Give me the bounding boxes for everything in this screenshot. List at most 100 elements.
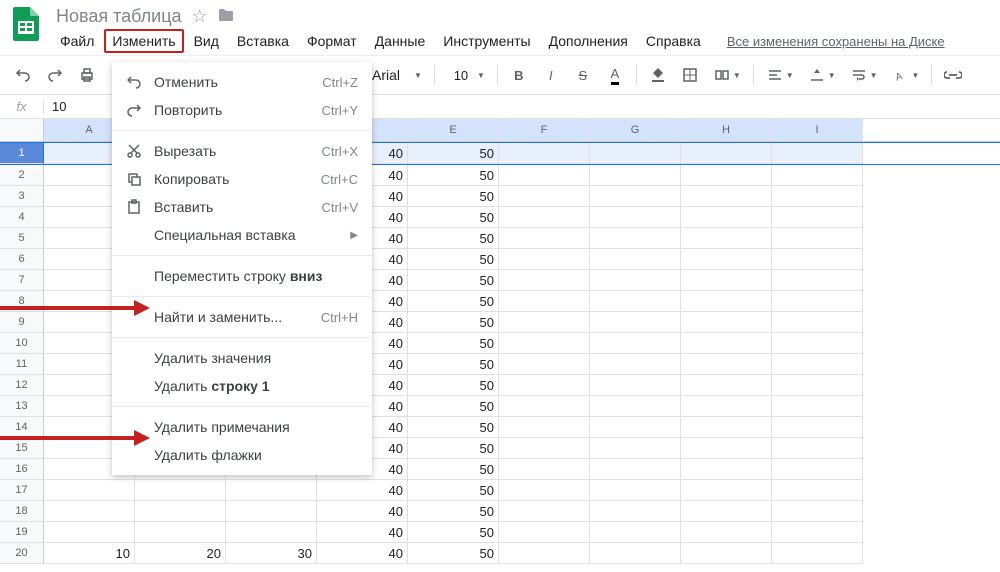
- cell[interactable]: [135, 480, 226, 501]
- cell[interactable]: [772, 438, 863, 459]
- cell[interactable]: [499, 291, 590, 312]
- document-title[interactable]: Новая таблица: [56, 6, 182, 27]
- col-header-f[interactable]: F: [499, 119, 590, 141]
- cell[interactable]: [681, 165, 772, 186]
- cell[interactable]: [499, 270, 590, 291]
- table-row[interactable]: 174050: [0, 480, 1000, 501]
- menu-help[interactable]: Справка: [638, 29, 709, 53]
- cell[interactable]: [499, 207, 590, 228]
- cell[interactable]: [590, 375, 681, 396]
- cell[interactable]: 50: [408, 312, 499, 333]
- row-header[interactable]: 7: [0, 270, 44, 291]
- cell[interactable]: [681, 270, 772, 291]
- cell[interactable]: [681, 543, 772, 564]
- cell[interactable]: [681, 186, 772, 207]
- cell[interactable]: [681, 207, 772, 228]
- cell[interactable]: [681, 249, 772, 270]
- cell[interactable]: [499, 143, 590, 164]
- cell[interactable]: [772, 207, 863, 228]
- row-header[interactable]: 6: [0, 249, 44, 270]
- cell[interactable]: [590, 291, 681, 312]
- cell[interactable]: 50: [408, 522, 499, 543]
- cell[interactable]: [499, 228, 590, 249]
- italic-button[interactable]: I: [536, 60, 566, 90]
- row-header[interactable]: 20: [0, 543, 44, 564]
- cell[interactable]: [135, 522, 226, 543]
- row-header[interactable]: 2: [0, 165, 44, 186]
- menu-delete-values[interactable]: Удалить значения: [112, 344, 372, 372]
- cell[interactable]: 30: [226, 543, 317, 564]
- cell[interactable]: [590, 249, 681, 270]
- cell[interactable]: [590, 165, 681, 186]
- formula-input[interactable]: 10: [44, 99, 66, 114]
- cell[interactable]: [590, 312, 681, 333]
- cell[interactable]: 50: [408, 249, 499, 270]
- row-header[interactable]: 18: [0, 501, 44, 522]
- cell[interactable]: [772, 228, 863, 249]
- col-header-e[interactable]: E: [408, 119, 499, 141]
- cell[interactable]: [499, 501, 590, 522]
- cell[interactable]: [772, 501, 863, 522]
- cell[interactable]: 50: [408, 228, 499, 249]
- menu-move-row-down[interactable]: Переместить строку вниз: [112, 262, 372, 290]
- menu-file[interactable]: Файл: [52, 29, 102, 53]
- cell[interactable]: [681, 438, 772, 459]
- row-header[interactable]: 19: [0, 522, 44, 543]
- cell[interactable]: [44, 480, 135, 501]
- cell[interactable]: [681, 522, 772, 543]
- col-header-g[interactable]: G: [590, 119, 681, 141]
- cell[interactable]: 50: [408, 438, 499, 459]
- cell[interactable]: 40: [317, 522, 408, 543]
- menu-cut[interactable]: Вырезать Ctrl+X: [112, 137, 372, 165]
- row-header[interactable]: 1: [0, 143, 44, 164]
- cell[interactable]: [772, 143, 863, 164]
- cell[interactable]: 50: [408, 459, 499, 480]
- cell[interactable]: [681, 312, 772, 333]
- cell[interactable]: [44, 522, 135, 543]
- cell[interactable]: [681, 417, 772, 438]
- table-row[interactable]: 19 4050: [0, 522, 1000, 543]
- menu-format[interactable]: Формат: [299, 29, 365, 53]
- bold-button[interactable]: B: [504, 60, 534, 90]
- cell[interactable]: 50: [408, 501, 499, 522]
- cell[interactable]: [499, 543, 590, 564]
- col-header-i[interactable]: I: [772, 119, 863, 141]
- borders-button[interactable]: [675, 60, 705, 90]
- row-header[interactable]: 10: [0, 333, 44, 354]
- cell[interactable]: [681, 333, 772, 354]
- cell[interactable]: [590, 438, 681, 459]
- cell[interactable]: [772, 417, 863, 438]
- menu-delete-checkboxes[interactable]: Удалить флажки: [112, 441, 372, 469]
- cell[interactable]: [499, 333, 590, 354]
- row-header[interactable]: 12: [0, 375, 44, 396]
- cell[interactable]: [135, 501, 226, 522]
- cell[interactable]: 50: [408, 396, 499, 417]
- cell[interactable]: [590, 480, 681, 501]
- menu-addons[interactable]: Дополнения: [541, 29, 636, 53]
- cell[interactable]: [499, 417, 590, 438]
- cell[interactable]: [44, 501, 135, 522]
- cell[interactable]: [772, 312, 863, 333]
- cell[interactable]: [499, 396, 590, 417]
- cell[interactable]: [590, 143, 681, 164]
- menu-data[interactable]: Данные: [367, 29, 434, 53]
- menu-undo[interactable]: Отменить Ctrl+Z: [112, 68, 372, 96]
- table-row[interactable]: 184050: [0, 501, 1000, 522]
- cell[interactable]: 50: [408, 543, 499, 564]
- row-header[interactable]: 3: [0, 186, 44, 207]
- cell[interactable]: 40: [317, 480, 408, 501]
- table-row[interactable]: 201020304050: [0, 543, 1000, 564]
- cell[interactable]: [681, 501, 772, 522]
- font-selector[interactable]: Arial: [366, 65, 418, 85]
- cell[interactable]: [681, 459, 772, 480]
- undo-button[interactable]: [8, 60, 38, 90]
- menu-tools[interactable]: Инструменты: [435, 29, 538, 53]
- cell[interactable]: [681, 375, 772, 396]
- fill-color-button[interactable]: [643, 60, 673, 90]
- cell[interactable]: [499, 165, 590, 186]
- cell[interactable]: [590, 501, 681, 522]
- cell[interactable]: [590, 354, 681, 375]
- menu-find-replace[interactable]: Найти и заменить... Ctrl+H: [112, 303, 372, 331]
- cell[interactable]: 10: [44, 543, 135, 564]
- col-header-h[interactable]: H: [681, 119, 772, 141]
